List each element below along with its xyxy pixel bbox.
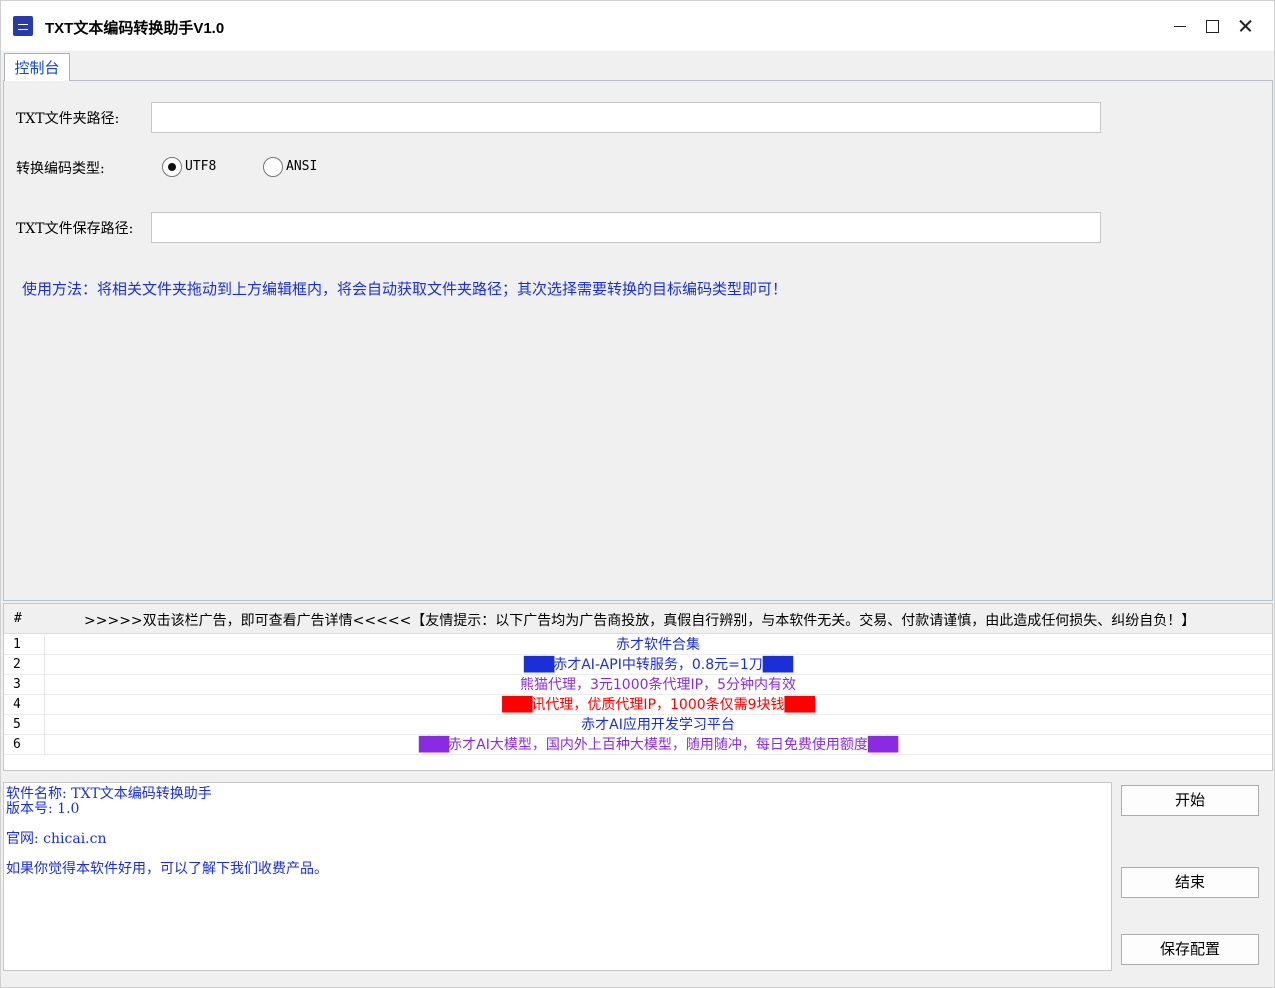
title-bar: TXT文本编码转换助手V1.0 (1, 1, 1274, 51)
ad-col-title: >>>>>双击该栏广告，即可查看广告详情<<<<<【友情提示：以下广告均为广告商… (84, 613, 1196, 629)
save-path-input[interactable] (151, 212, 1101, 243)
info-textarea[interactable]: 软件名称: TXT文本编码转换助手 版本号: 1.0 官网: chicai.cn… (3, 782, 1112, 971)
ad-row-num: 5 (13, 717, 21, 732)
info-note: 如果你觉得本软件好用，可以了解下我们收费产品。 (6, 861, 328, 877)
tab-console[interactable]: 控制台 (4, 53, 70, 81)
ad-row-num: 1 (13, 637, 21, 652)
ad-row-num: 6 (13, 737, 21, 752)
ad-col-num: # (14, 611, 22, 626)
start-button[interactable]: 开始 (1121, 785, 1259, 816)
highlight-block-icon: ███ (418, 737, 449, 753)
usage-instructions: 使用方法：将相关文件夹拖动到上方编辑框内，将会自动获取文件夹路径；其次选择需要转… (22, 280, 788, 298)
end-button[interactable]: 结束 (1121, 867, 1259, 898)
table-row[interactable]: 1 赤才软件合集 (4, 635, 1272, 655)
ad-row-text[interactable]: 赤才AI应用开发学习平台 (44, 715, 1272, 735)
highlight-block-icon: ███ (523, 657, 554, 673)
folder-path-input[interactable] (151, 102, 1101, 133)
ad-row-num: 2 (13, 657, 21, 672)
ad-row-text[interactable]: 赤才软件合集 (44, 635, 1272, 655)
table-row[interactable]: 5 赤才AI应用开发学习平台 (4, 715, 1272, 735)
ansi-radio[interactable] (263, 157, 283, 177)
encoding-type-label: 转换编码类型: (16, 161, 105, 177)
maximize-icon[interactable] (1196, 11, 1228, 41)
highlight-block-icon: ███ (867, 737, 898, 753)
ansi-radio-label[interactable]: ANSI (286, 159, 317, 174)
ad-row-text-container[interactable]: ███赤才AI大模型，国内外上百种大模型，随用随冲，每日免费使用额度███ (44, 735, 1272, 755)
highlight-block-icon: ███ (762, 657, 793, 673)
close-icon[interactable] (1229, 11, 1261, 41)
table-row[interactable]: 3 熊猫代理，3元1000条代理IP，5分钟内有效 (4, 675, 1272, 695)
save-path-label: TXT文件保存路径: (16, 221, 134, 237)
folder-path-label: TXT文件夹路径: (16, 111, 120, 127)
app-icon (13, 16, 33, 36)
ad-table-header: # >>>>>双击该栏广告，即可查看广告详情<<<<<【友情提示：以下广告均为广… (4, 604, 1272, 634)
table-row[interactable]: 4 ███讯代理，优质代理IP，1000条仅需9块钱███ (4, 695, 1272, 715)
app-window: TXT文本编码转换助手V1.0 控制台 TXT文件夹路径: 转换编码类型: UT… (0, 0, 1275, 988)
ad-row-num: 3 (13, 677, 21, 692)
ad-row-text: 讯代理，优质代理IP，1000条仅需9块钱 (531, 697, 785, 713)
info-website: 官网: chicai.cn (6, 831, 107, 847)
utf8-radio-label[interactable]: UTF8 (185, 159, 216, 174)
save-config-button[interactable]: 保存配置 (1121, 934, 1259, 965)
ad-row-text-container[interactable]: ███讯代理，优质代理IP，1000条仅需9块钱███ (44, 695, 1272, 715)
info-version: 版本号: 1.0 (6, 801, 80, 817)
utf8-radio[interactable] (162, 157, 182, 177)
ad-row-text: 赤才AI-API中转服务，0.8元=1刀 (553, 657, 763, 673)
ad-row-num: 4 (13, 697, 21, 712)
ad-row-text: 赤才AI大模型，国内外上百种大模型，随用随冲，每日免费使用额度 (448, 737, 868, 753)
table-row[interactable]: 2 ███赤才AI-API中转服务，0.8元=1刀███ (4, 655, 1272, 675)
highlight-block-icon: ███ (502, 697, 532, 713)
ad-row-text[interactable]: 熊猫代理，3元1000条代理IP，5分钟内有效 (44, 675, 1272, 695)
minimize-icon[interactable] (1164, 11, 1196, 41)
window-title: TXT文本编码转换助手V1.0 (45, 20, 225, 37)
ad-table: # >>>>>双击该栏广告，即可查看广告详情<<<<<【友情提示：以下广告均为广… (3, 603, 1273, 771)
ad-row-text-container[interactable]: ███赤才AI-API中转服务，0.8元=1刀███ (44, 655, 1272, 675)
table-row[interactable]: 6 ███赤才AI大模型，国内外上百种大模型，随用随冲，每日免费使用额度███ (4, 735, 1272, 755)
highlight-block-icon: ███ (784, 697, 815, 713)
